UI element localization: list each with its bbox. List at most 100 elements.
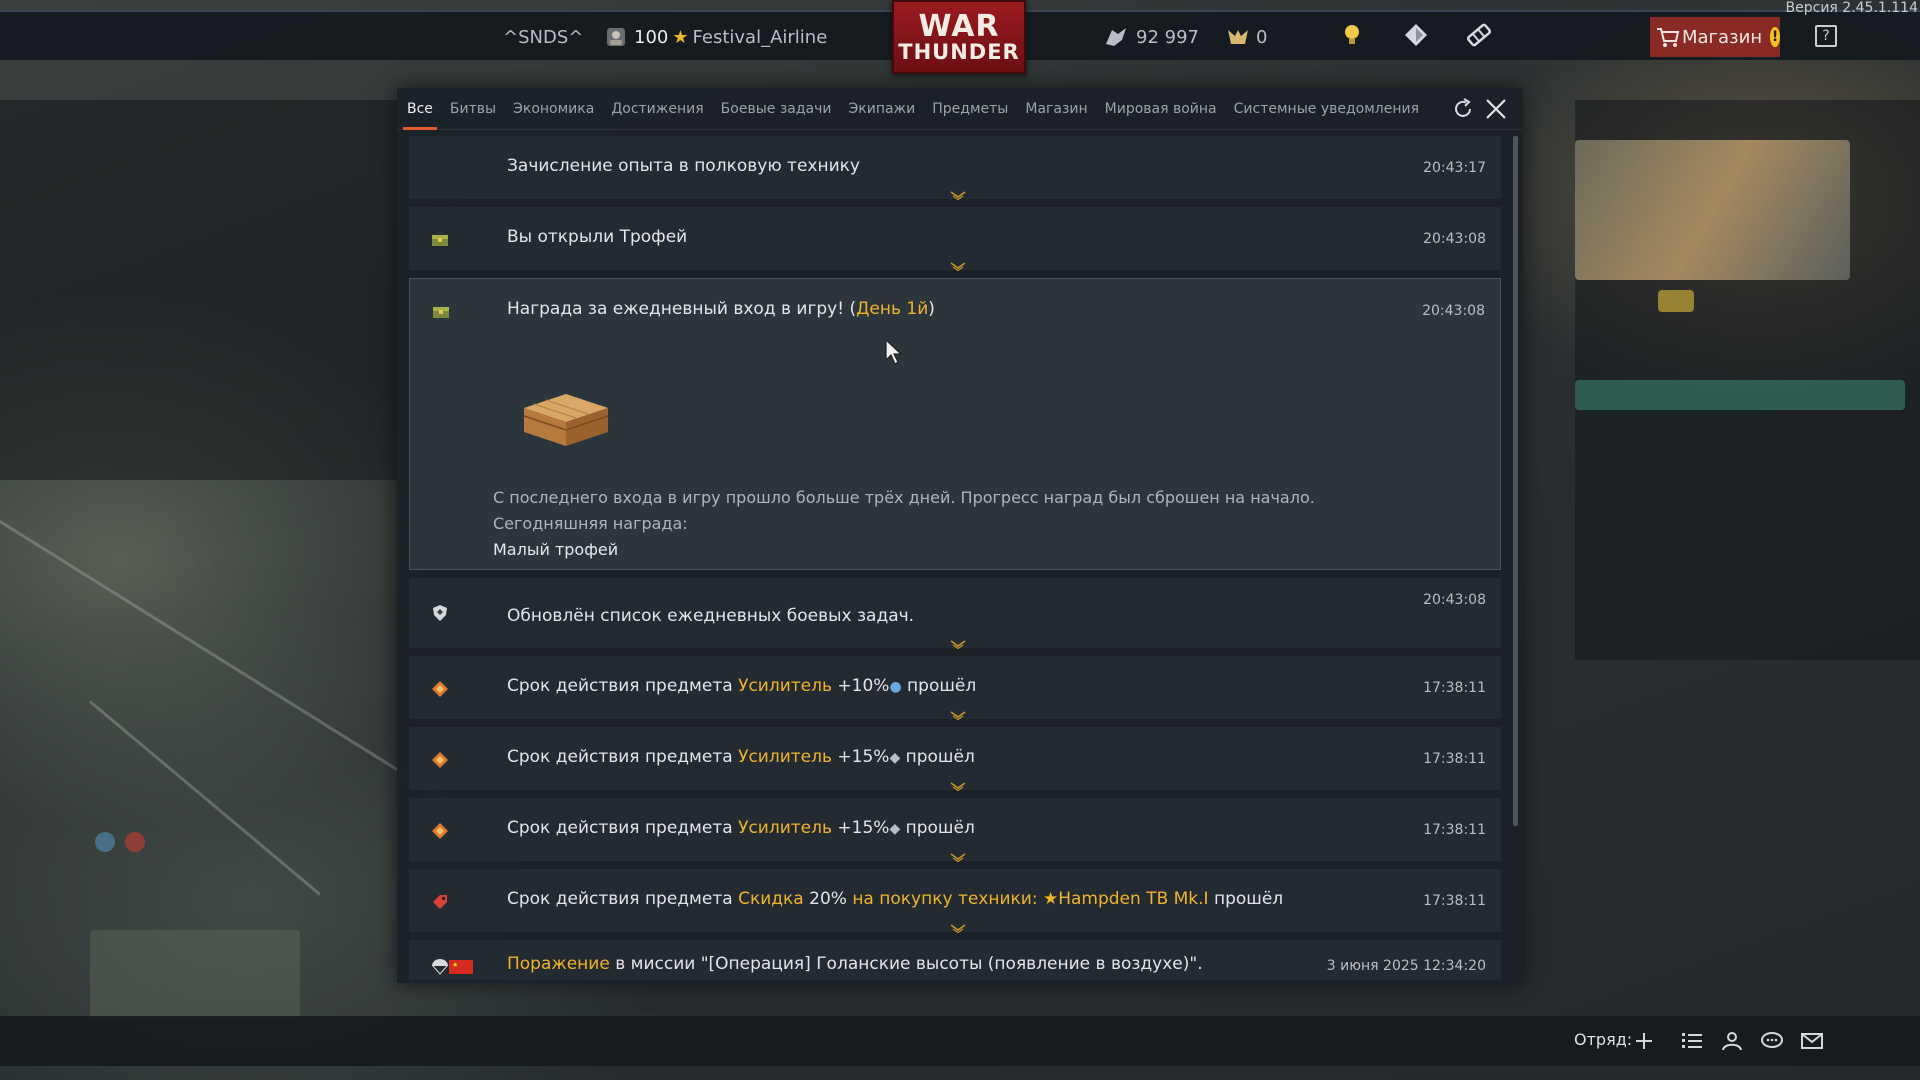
chevron-down-icon[interactable] bbox=[949, 634, 967, 650]
reward-name: Малый трофей bbox=[493, 540, 619, 559]
text-prefix: Срок действия предмета bbox=[507, 818, 739, 838]
list-icon[interactable] bbox=[1680, 1029, 1704, 1053]
item-link[interactable]: Усилитель bbox=[738, 818, 832, 838]
add-squad-member-icon[interactable] bbox=[1632, 1029, 1656, 1053]
defeat-link[interactable]: Поражение bbox=[507, 954, 610, 974]
item-link[interactable]: Усилитель bbox=[738, 676, 832, 696]
notification-time: 17:38:11 bbox=[1423, 680, 1486, 696]
notification-item[interactable]: ★ Поражение в миссии "[Операция] Голанск… bbox=[409, 940, 1501, 980]
reward-title-prefix: Награда за ежедневный вход в игру! ( bbox=[507, 299, 857, 319]
tab-items[interactable]: Предметы bbox=[932, 88, 1008, 130]
notification-time: 17:38:11 bbox=[1423, 822, 1486, 838]
notification-item[interactable]: Срок действия предмета Усилитель +10%● п… bbox=[409, 656, 1501, 721]
notification-text: Зачисление опыта в полковую технику bbox=[507, 156, 860, 176]
chevron-down-icon[interactable] bbox=[949, 918, 967, 934]
item-link[interactable]: Скидка bbox=[738, 889, 804, 909]
notification-item[interactable]: Срок действия предмета Усилитель +15%◆ п… bbox=[409, 727, 1501, 792]
notification-time: 20:43:08 bbox=[1423, 231, 1486, 247]
lightbulb-icon bbox=[1342, 23, 1362, 52]
chevron-down-icon[interactable] bbox=[949, 256, 967, 272]
notification-text: Срок действия предмета Скидка 20% на пок… bbox=[507, 889, 1283, 909]
tab-battle-tasks[interactable]: Боевые задачи bbox=[721, 88, 832, 130]
premium-button[interactable] bbox=[1404, 12, 1428, 62]
notification-text: Поражение в миссии "[Операция] Голанские… bbox=[507, 954, 1203, 974]
reward-day-link[interactable]: День 1й bbox=[856, 299, 928, 319]
text-prefix: Срок действия предмета bbox=[507, 889, 739, 909]
silver-lion-icon: ◆ bbox=[889, 821, 901, 837]
coupon-button[interactable] bbox=[1466, 12, 1492, 62]
tab-all[interactable]: Все bbox=[403, 88, 437, 130]
notification-text: Срок действия предмета Усилитель +10%● п… bbox=[507, 676, 976, 696]
booster-value: +10% bbox=[832, 676, 890, 696]
notification-item-expanded[interactable]: Награда за ежедневный вход в игру! (День… bbox=[409, 278, 1501, 570]
war-thunder-logo[interactable]: WAR THUNDER bbox=[892, 0, 1026, 74]
reward-description: С последнего входа в игру прошло больше … bbox=[493, 485, 1315, 563]
scrollbar[interactable] bbox=[1513, 136, 1518, 826]
discount-value: 20% bbox=[803, 889, 853, 909]
reward-description-line-2: Сегодняшняя награда: bbox=[493, 514, 688, 533]
cart-icon bbox=[1656, 26, 1680, 48]
refresh-icon[interactable] bbox=[1452, 98, 1474, 120]
player-rank: 100 bbox=[634, 26, 669, 48]
notification-time: 20:43:17 bbox=[1423, 160, 1486, 176]
text-prefix: Срок действия предмета bbox=[507, 676, 739, 696]
logo-line-1: WAR bbox=[918, 8, 1000, 44]
notification-item[interactable]: Срок действия предмета Скидка 20% на пок… bbox=[409, 869, 1501, 934]
chevron-down-icon[interactable] bbox=[949, 847, 967, 863]
notification-item[interactable]: Вы открыли Трофей 20:43:08 bbox=[409, 207, 1501, 272]
chat-icon[interactable] bbox=[1760, 1029, 1784, 1053]
notification-item[interactable]: Зачисление опыта в полковую технику 20:4… bbox=[409, 136, 1501, 201]
tab-battles[interactable]: Битвы bbox=[450, 88, 496, 130]
booster-icon bbox=[431, 680, 449, 698]
tab-world-war[interactable]: Мировая война bbox=[1105, 88, 1217, 130]
hint-bulb-button[interactable] bbox=[1342, 12, 1362, 62]
tab-system-notifications[interactable]: Системные уведомления bbox=[1234, 88, 1419, 130]
notification-text: Срок действия предмета Усилитель +15%◆ п… bbox=[507, 747, 975, 767]
notification-item[interactable]: Обновлён список ежедневных боевых задач.… bbox=[409, 578, 1501, 650]
shop-button[interactable]: Магазин ! bbox=[1650, 17, 1780, 57]
text-suffix: прошёл bbox=[901, 676, 977, 696]
shield-icon bbox=[431, 604, 449, 622]
close-icon[interactable] bbox=[1484, 97, 1508, 121]
notification-text: Награда за ежедневный вход в игру! (День… bbox=[507, 299, 935, 319]
silver-lions-balance[interactable]: 92 997 bbox=[1104, 12, 1199, 62]
mouse-cursor-icon bbox=[884, 338, 904, 366]
tab-achievements[interactable]: Достижения bbox=[611, 88, 703, 130]
tab-crews[interactable]: Экипажи bbox=[848, 88, 915, 130]
text-prefix: Срок действия предмета bbox=[507, 747, 739, 767]
notification-text: Вы открыли Трофей bbox=[507, 227, 688, 247]
golden-eagles-value: 0 bbox=[1256, 26, 1268, 48]
mission-text: в миссии "[Операция] Голанские высоты (п… bbox=[609, 954, 1203, 974]
mail-icon[interactable] bbox=[1800, 1029, 1824, 1053]
player-profile[interactable]: 100 ★ Festival_Airline bbox=[604, 12, 827, 62]
notification-time: 20:43:08 bbox=[1422, 303, 1485, 319]
warning-icon: ! bbox=[1770, 27, 1780, 47]
golden-eagles-balance[interactable]: 0 bbox=[1226, 12, 1267, 62]
notification-text: Срок действия предмета Усилитель +15%◆ п… bbox=[507, 818, 975, 838]
chevron-down-icon[interactable] bbox=[949, 776, 967, 792]
booster-icon bbox=[431, 822, 449, 840]
notification-item[interactable]: Срок действия предмета Усилитель +15%◆ п… bbox=[409, 798, 1501, 863]
item-link[interactable]: Усилитель bbox=[738, 747, 832, 767]
tab-economy[interactable]: Экономика bbox=[513, 88, 594, 130]
squadron-tag-text: ^SNDS^ bbox=[503, 26, 584, 48]
help-button[interactable]: ? bbox=[1815, 25, 1837, 47]
rank-star-icon: ★ bbox=[672, 26, 689, 48]
parachute-icon bbox=[431, 958, 449, 976]
notification-time: 3 июня 2025 12:34:20 bbox=[1326, 958, 1486, 974]
discount-tag-icon bbox=[431, 893, 449, 911]
squadron-tag[interactable]: ^SNDS^ bbox=[503, 12, 583, 62]
booster-value: +15% bbox=[832, 747, 890, 767]
contacts-icon[interactable] bbox=[1720, 1029, 1744, 1053]
vehicle-link[interactable]: на покупку техники: ★Hampden TB Mk.I bbox=[852, 889, 1208, 909]
notification-text: Обновлён список ежедневных боевых задач. bbox=[507, 606, 915, 626]
chevron-down-icon[interactable] bbox=[949, 185, 967, 201]
bottom-bar: Отряд: bbox=[0, 1016, 1920, 1066]
version-label: Версия 2.45.1.114 bbox=[1785, 0, 1918, 16]
silver-lion-icon: ◆ bbox=[889, 750, 901, 766]
notification-time: 20:43:08 bbox=[1423, 592, 1486, 608]
trophy-chest-icon bbox=[431, 231, 449, 249]
notification-time: 17:38:11 bbox=[1423, 751, 1486, 767]
tab-shop[interactable]: Магазин bbox=[1025, 88, 1087, 130]
chevron-down-icon[interactable] bbox=[949, 705, 967, 721]
